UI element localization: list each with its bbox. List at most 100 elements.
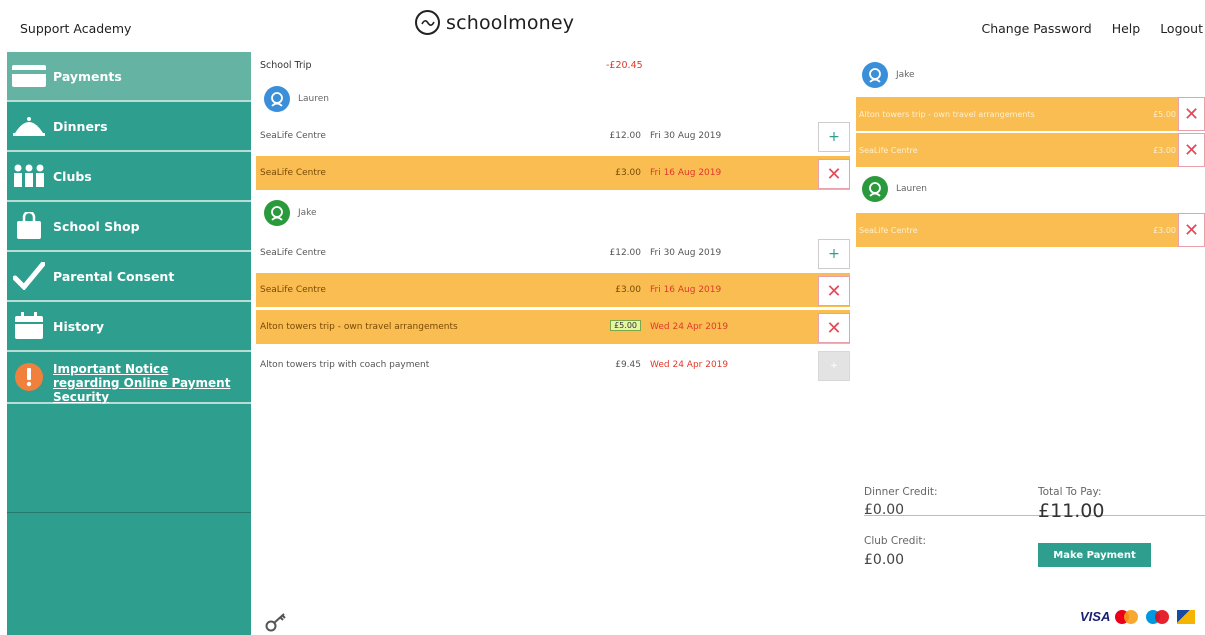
item-price: £3.00 [615, 285, 641, 295]
shopping-bag-icon [11, 208, 47, 244]
visa-logo: VISA [1080, 609, 1111, 624]
user-avatar-icon [862, 62, 888, 88]
sidebar-divider [7, 512, 251, 513]
cloche-icon [11, 108, 47, 144]
item-price: £9.45 [615, 360, 641, 370]
item-date: Fri 16 Aug 2019 [650, 285, 722, 295]
sidebar-item-payments[interactable]: Payments [7, 52, 251, 102]
user-avatar-icon [862, 176, 888, 202]
item-name: SeaLife Centre [260, 131, 326, 141]
help-link[interactable]: Help [1112, 21, 1141, 36]
basket-item-name: SeaLife Centre [859, 226, 918, 235]
item-row: Alton towers trip - own travel arrangeme… [256, 310, 850, 344]
make-payment-button[interactable]: Make Payment [1038, 543, 1151, 567]
key-icon [265, 612, 287, 635]
item-date: Wed 24 Apr 2019 [650, 360, 729, 370]
user-avatar-icon [264, 200, 290, 226]
item-name: SeaLife Centre [260, 248, 326, 258]
logout-link[interactable]: Logout [1160, 21, 1203, 36]
item-date: Fri 30 Aug 2019 [650, 248, 722, 258]
alert-icon [11, 359, 47, 395]
child-name: Lauren [896, 184, 927, 194]
add-to-basket-button[interactable]: + [818, 239, 850, 269]
maestro-icon [1146, 609, 1172, 624]
sidebar-item-school-shop[interactable]: School Shop [7, 202, 251, 252]
item-row: SeaLife Centre £3.00 Fri 16 Aug 2019 ✕ [256, 156, 850, 190]
card-logos: VISA [1080, 609, 1196, 624]
item-price: £3.00 [615, 168, 641, 178]
total-to-pay-value: £11.00 [1038, 500, 1105, 522]
sidebar-item-label: Dinners [53, 118, 108, 134]
remove-basket-item-button[interactable]: ✕ [1178, 97, 1205, 131]
sidebar-item-label: Parental Consent [53, 268, 175, 284]
school-name: Support Academy [20, 21, 132, 36]
child-name: Jake [298, 208, 317, 218]
sidebar-item-label: Clubs [53, 168, 92, 184]
basket-item-price: £3.00 [1153, 226, 1176, 235]
checkmark-icon [11, 258, 47, 294]
dinner-credit-label: Dinner Credit: [864, 486, 938, 498]
club-credit-label: Club Credit: [864, 535, 927, 547]
remove-basket-item-button[interactable]: ✕ [1178, 133, 1205, 167]
basket-row: SeaLife Centre £3.00 ✕ [856, 133, 1205, 167]
basket-item-price: £5.00 [1153, 110, 1176, 119]
sidebar-item-label: Important Notice regarding Online Paymen… [53, 362, 231, 404]
people-icon [11, 158, 47, 194]
item-date: Wed 24 Apr 2019 [650, 322, 729, 332]
section-title: School Trip [260, 60, 312, 71]
remove-from-basket-button[interactable]: ✕ [818, 276, 850, 306]
item-price: £12.00 [609, 131, 642, 141]
brand-name: schoolmoney [446, 11, 575, 34]
item-name: SeaLife Centre [260, 168, 326, 178]
top-links: Change Password Help Logout [981, 21, 1203, 36]
add-to-basket-button-disabled: + [818, 351, 850, 381]
card-icon [11, 58, 47, 94]
basket-child-lauren: Lauren [862, 174, 927, 204]
sidebar-item-parental-consent[interactable]: Parental Consent [7, 252, 251, 302]
item-name: Alton towers trip - own travel arrangeme… [260, 322, 458, 332]
card-brand-icon [1177, 609, 1196, 624]
item-date: Fri 16 Aug 2019 [650, 168, 722, 178]
child-header-lauren: Lauren [264, 84, 329, 114]
item-price-input[interactable]: £5.00 [586, 320, 641, 331]
section-total: -£20.45 [606, 60, 643, 71]
child-name: Jake [896, 70, 915, 80]
sidebar-item-label: School Shop [53, 218, 140, 234]
item-price: £12.00 [609, 248, 642, 258]
item-row: SeaLife Centre £12.00 Fri 30 Aug 2019 + [256, 119, 850, 153]
sidebar-item-label: Payments [53, 68, 122, 84]
basket-row: Alton towers trip - own travel arrangeme… [856, 97, 1205, 131]
change-password-link[interactable]: Change Password [981, 21, 1091, 36]
sidebar-item-history[interactable]: History [7, 302, 251, 352]
item-row: SeaLife Centre £3.00 Fri 16 Aug 2019 ✕ [256, 273, 850, 307]
child-name: Lauren [298, 94, 329, 104]
calendar-icon [11, 308, 47, 344]
remove-from-basket-button[interactable]: ✕ [818, 313, 850, 343]
item-row: Alton towers trip with coach payment £9.… [256, 348, 850, 382]
header: Support Academy schoolmoney Change Passw… [0, 0, 1205, 52]
basket-item-name: Alton towers trip - own travel arrangeme… [859, 110, 1035, 119]
sidebar: Payments Dinners Clubs School Shop Paren… [7, 52, 251, 635]
totals-panel: Dinner Credit: £0.00 Club Credit: £0.00 … [864, 486, 1205, 586]
sidebar-item-dinners[interactable]: Dinners [7, 102, 251, 152]
sidebar-item-clubs[interactable]: Clubs [7, 152, 251, 202]
basket-row: SeaLife Centre £3.00 ✕ [856, 213, 1205, 247]
item-row: SeaLife Centre £12.00 Fri 30 Aug 2019 + [256, 236, 850, 270]
add-to-basket-button[interactable]: + [818, 122, 850, 152]
basket-child-jake: Jake [862, 60, 915, 90]
remove-from-basket-button[interactable]: ✕ [818, 159, 850, 189]
child-header-jake: Jake [264, 198, 317, 228]
remove-basket-item-button[interactable]: ✕ [1178, 213, 1205, 247]
sidebar-item-label: History [53, 318, 105, 334]
item-name: SeaLife Centre [260, 285, 326, 295]
sidebar-item-security-notice[interactable]: Important Notice regarding Online Paymen… [7, 352, 251, 404]
club-credit-value: £0.00 [864, 552, 905, 568]
item-date: Fri 30 Aug 2019 [650, 131, 722, 141]
mastercard-icon [1115, 609, 1141, 624]
brand-logo[interactable]: schoolmoney [415, 10, 574, 35]
total-to-pay-label: Total To Pay: [1038, 486, 1102, 498]
item-name: Alton towers trip with coach payment [260, 360, 430, 370]
price-value: £5.00 [610, 320, 641, 331]
wave-logo-icon [415, 10, 440, 35]
user-avatar-icon [264, 86, 290, 112]
